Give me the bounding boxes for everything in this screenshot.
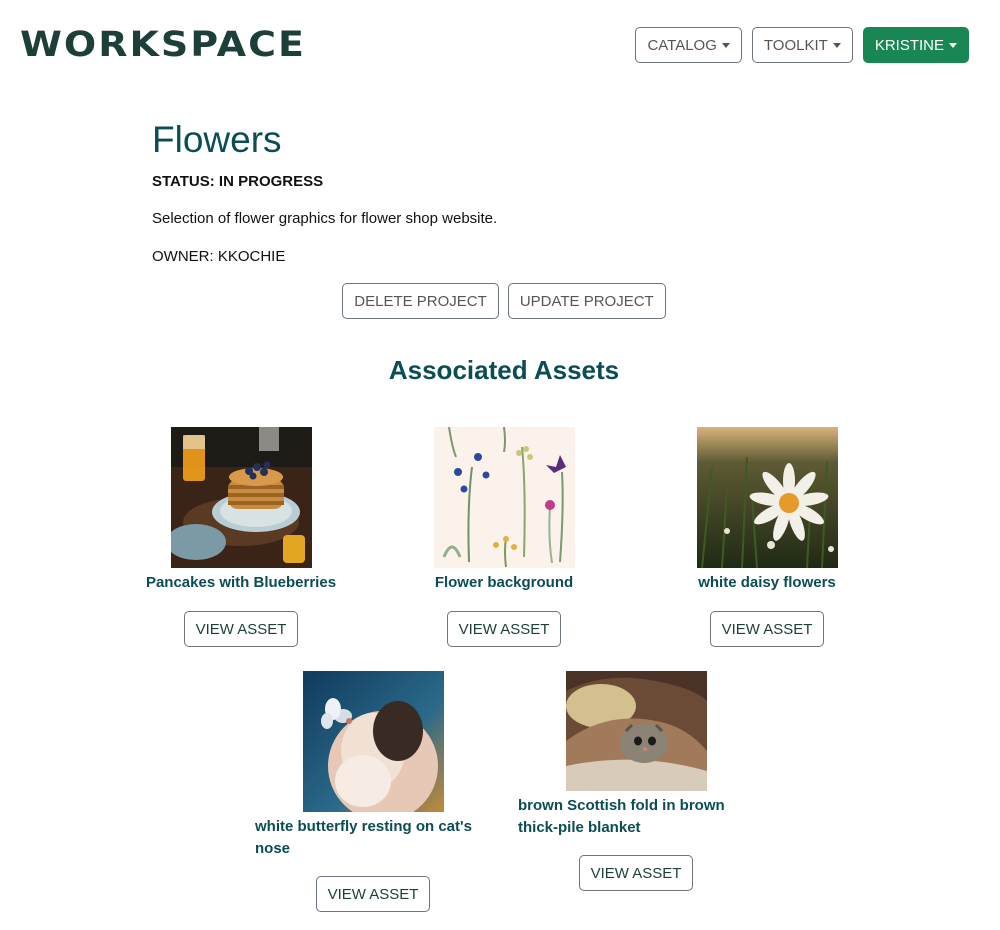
project-owner: OWNER: KKOCHIE (152, 248, 286, 265)
caret-down-icon (949, 42, 957, 48)
daisy-thumbnail[interactable] (696, 427, 838, 568)
caret-down-icon (832, 42, 841, 48)
top-nav: CATALOG TOOLKIT KRISTINE (635, 27, 969, 63)
asset-title: Flower background (434, 574, 574, 591)
asset-card: Flower background VIEW ASSET (384, 427, 624, 647)
update-project-button[interactable]: UPDATE PROJECT (507, 283, 666, 319)
project-status: STATUS: IN PROGRESS (152, 173, 324, 190)
caret-down-icon (721, 42, 730, 48)
scottish-fold-thumbnail[interactable] (565, 671, 707, 791)
asset-title: white butterfly resting on cat's nose (255, 818, 472, 857)
flower-background-thumbnail[interactable] (433, 427, 575, 568)
project-actions: DELETE PROJECT UPDATE PROJECT (0, 283, 1000, 319)
user-name-label: KRISTINE (874, 36, 944, 54)
view-asset-button[interactable]: VIEW ASSET (446, 611, 562, 647)
project-title: Flowers (152, 119, 282, 160)
workspace-logo[interactable]: WORKSPACE (20, 24, 306, 64)
asset-title: Pancakes with Blueberries (145, 574, 337, 591)
asset-title: white daisy flowers (698, 574, 836, 591)
view-asset-button[interactable]: VIEW ASSET (183, 611, 299, 647)
toolkit-label: TOOLKIT (763, 36, 828, 54)
delete-project-button[interactable]: DELETE PROJECT (342, 283, 499, 319)
cat-butterfly-thumbnail[interactable] (302, 671, 444, 812)
toolkit-dropdown[interactable]: TOOLKIT (751, 27, 853, 63)
view-asset-button[interactable]: VIEW ASSET (315, 876, 431, 912)
pancakes-thumbnail[interactable] (170, 427, 312, 568)
project-description: Selection of flower graphics for flower … (152, 210, 498, 227)
view-asset-button[interactable]: VIEW ASSET (578, 855, 694, 891)
asset-card: brown Scottish fold in brown thick-pile … (516, 671, 756, 891)
user-menu-dropdown[interactable]: KRISTINE (862, 27, 969, 63)
associated-assets-heading: Associated Assets (388, 355, 620, 385)
view-asset-button[interactable]: VIEW ASSET (709, 611, 825, 647)
asset-card: white butterfly resting on cat's nose VI… (253, 671, 493, 912)
asset-card: Pancakes with Blueberries VIEW ASSET (121, 427, 361, 647)
asset-title: brown Scottish fold in brown thick-pile … (518, 797, 725, 836)
catalog-dropdown[interactable]: CATALOG (635, 27, 742, 63)
catalog-label: CATALOG (647, 36, 717, 54)
asset-card: white daisy flowers VIEW ASSET (647, 427, 887, 647)
